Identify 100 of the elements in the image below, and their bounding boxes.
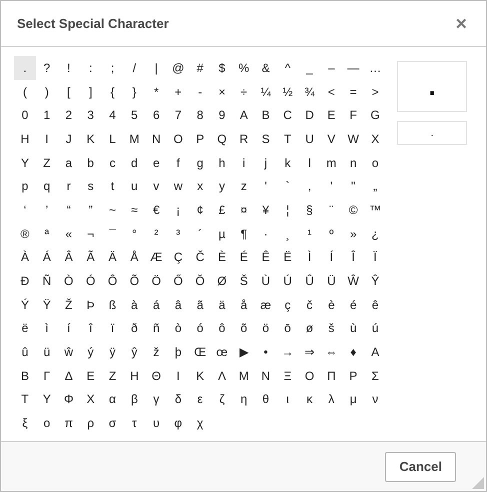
character-cell[interactable]: © <box>342 198 364 222</box>
close-button[interactable]: ✕ <box>453 14 470 32</box>
character-cell[interactable]: π <box>58 411 80 435</box>
character-cell[interactable]: Ó <box>80 269 102 293</box>
character-cell[interactable]: _ <box>298 56 320 80</box>
character-cell[interactable]: ŷ <box>123 340 146 364</box>
character-cell[interactable]: & <box>254 56 277 80</box>
character-cell[interactable]: E <box>320 103 342 128</box>
character-cell[interactable]: L <box>102 127 124 151</box>
character-cell[interactable]: χ <box>189 411 212 435</box>
character-cell[interactable]: Β <box>14 364 36 388</box>
character-cell[interactable]: ` <box>276 174 299 198</box>
character-cell[interactable]: Ð <box>14 269 36 293</box>
character-cell[interactable]: + <box>167 80 190 104</box>
character-cell[interactable]: C <box>276 103 299 128</box>
character-cell[interactable]: ö <box>254 316 277 340</box>
character-cell[interactable]: … <box>364 56 386 80</box>
character-cell[interactable]: ι <box>276 388 299 412</box>
character-cell[interactable]: ê <box>364 292 386 317</box>
character-cell[interactable]: Π <box>320 364 342 388</box>
cancel-button[interactable]: Cancel <box>385 452 456 482</box>
character-cell[interactable]: - <box>189 80 212 104</box>
character-cell[interactable]: I <box>36 127 58 151</box>
character-cell[interactable]: x <box>189 174 212 198</box>
character-cell[interactable]: É <box>232 246 255 270</box>
character-cell[interactable]: Î <box>342 246 364 270</box>
character-cell[interactable]: c <box>102 150 124 174</box>
character-cell[interactable]: 5 <box>123 103 146 128</box>
character-cell[interactable]: A <box>232 103 255 128</box>
character-cell[interactable]: / <box>123 56 146 80</box>
character-cell[interactable]: Õ <box>123 269 146 293</box>
character-cell[interactable]: Â <box>58 246 80 270</box>
character-cell[interactable]: ô <box>211 316 233 340</box>
character-cell[interactable]: T <box>276 127 299 151</box>
character-cell[interactable]: ë <box>14 316 36 340</box>
character-cell[interactable]: B <box>254 103 277 128</box>
character-cell[interactable]: ♦ <box>342 340 364 364</box>
character-cell[interactable]: Θ <box>145 364 168 388</box>
character-cell[interactable]: J <box>58 127 80 151</box>
character-cell[interactable]: } <box>123 80 146 104</box>
character-cell[interactable]: â <box>167 292 190 317</box>
character-cell[interactable]: ž <box>145 340 168 364</box>
character-cell[interactable]: ” <box>80 198 102 222</box>
character-cell[interactable]: R <box>232 127 255 151</box>
character-cell[interactable]: . <box>14 56 36 80</box>
character-cell[interactable]: Ê <box>254 246 277 270</box>
character-cell[interactable]: Ë <box>276 246 299 270</box>
character-cell[interactable]: Á <box>36 246 58 270</box>
character-cell[interactable]: r <box>58 174 80 198</box>
character-cell[interactable]: Ý <box>14 292 36 317</box>
character-cell[interactable]: ¾ <box>298 80 320 104</box>
character-cell[interactable]: % <box>232 56 255 80</box>
character-cell[interactable]: õ <box>232 316 255 340</box>
character-cell[interactable]: ç <box>276 292 299 317</box>
character-cell[interactable]: v <box>145 174 168 198</box>
character-cell[interactable]: ¹ <box>298 222 320 246</box>
character-cell[interactable]: υ <box>145 411 168 435</box>
character-cell[interactable]: Í <box>320 246 342 270</box>
character-cell[interactable]: e <box>145 150 168 174</box>
character-cell[interactable]: O <box>167 127 190 151</box>
character-cell[interactable]: ¬ <box>80 222 102 246</box>
character-cell[interactable]: 6 <box>145 103 168 128</box>
character-cell[interactable]: Κ <box>189 364 212 388</box>
character-cell[interactable]: ¿ <box>364 222 386 246</box>
character-cell[interactable]: 3 <box>80 103 102 128</box>
character-cell[interactable]: Δ <box>58 364 80 388</box>
character-cell[interactable]: G <box>364 103 386 128</box>
character-cell[interactable]: Τ <box>14 388 36 412</box>
character-cell[interactable]: m <box>320 150 342 174</box>
character-cell[interactable]: λ <box>320 388 342 412</box>
character-cell[interactable]: η <box>232 388 255 412</box>
character-cell[interactable]: œ <box>211 340 233 364</box>
character-cell[interactable]: — <box>342 56 364 80</box>
character-cell[interactable]: # <box>189 56 212 80</box>
character-cell[interactable]: W <box>342 127 364 151</box>
character-cell[interactable]: č <box>298 292 320 317</box>
character-cell[interactable]: τ <box>123 411 146 435</box>
character-cell[interactable]: û <box>14 340 36 364</box>
character-cell[interactable]: ζ <box>211 388 233 412</box>
character-cell[interactable]: K <box>80 127 102 151</box>
character-cell[interactable]: ' <box>320 174 342 198</box>
character-cell[interactable]: ¶ <box>232 222 255 246</box>
character-cell[interactable]: 1 <box>36 103 58 128</box>
character-cell[interactable]: Ρ <box>342 364 364 388</box>
character-cell[interactable]: Y <box>14 150 36 174</box>
character-cell[interactable]: 8 <box>189 103 212 128</box>
character-cell[interactable]: ) <box>36 80 58 104</box>
character-cell[interactable]: Ŵ <box>342 269 364 293</box>
character-cell[interactable]: Ο <box>298 364 320 388</box>
character-cell[interactable]: ð <box>123 316 146 340</box>
character-cell[interactable]: Χ <box>80 388 102 412</box>
character-cell[interactable]: ã <box>189 292 212 317</box>
character-cell[interactable]: ; <box>102 56 124 80</box>
character-cell[interactable]: Ž <box>58 292 80 317</box>
character-cell[interactable]: Q <box>211 127 233 151</box>
character-cell[interactable]: Λ <box>211 364 233 388</box>
character-cell[interactable]: å <box>232 292 255 317</box>
character-cell[interactable]: f <box>167 150 190 174</box>
character-cell[interactable]: Ø <box>211 269 233 293</box>
character-cell[interactable]: Σ <box>364 364 386 388</box>
